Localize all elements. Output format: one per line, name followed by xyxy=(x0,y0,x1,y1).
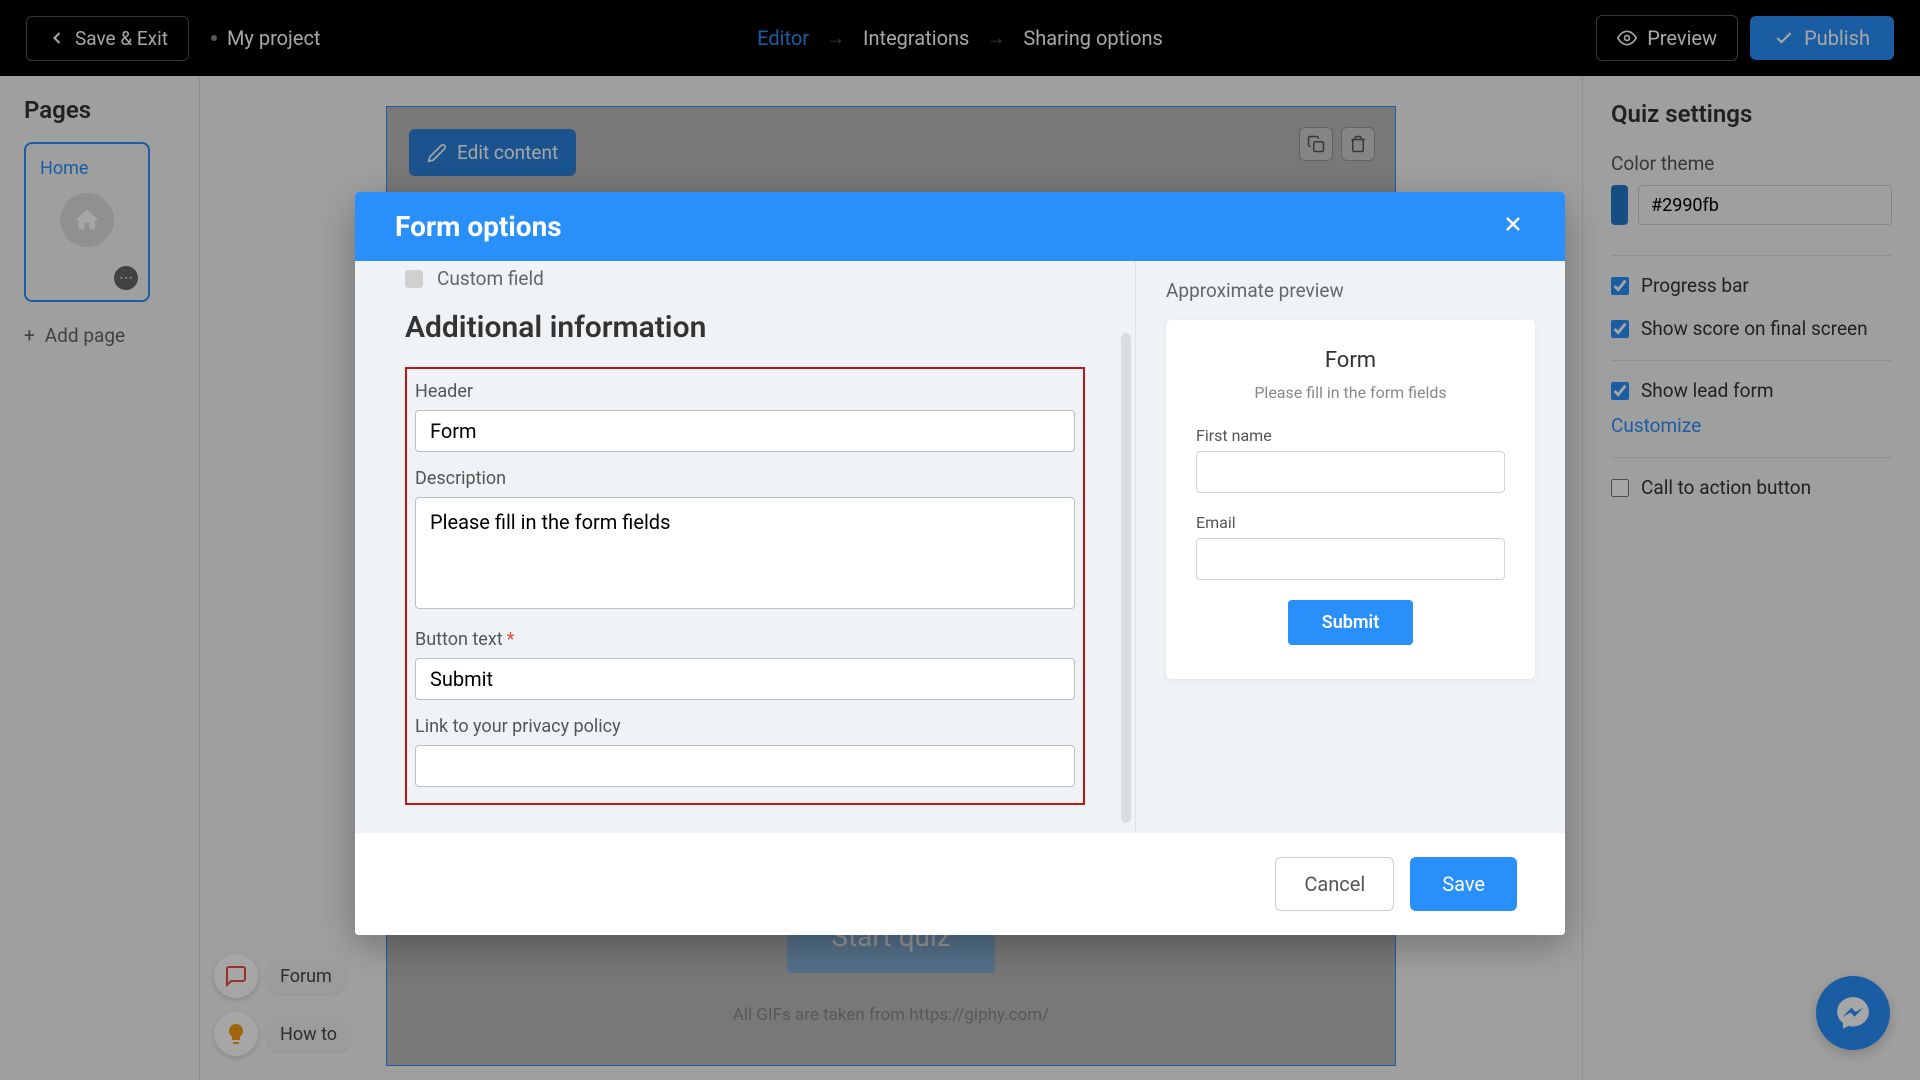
custom-field-checkbox[interactable] xyxy=(405,270,423,288)
preview-email-input xyxy=(1196,538,1505,580)
close-icon xyxy=(1501,212,1525,236)
modal-body: Custom field Additional information Head… xyxy=(355,261,1565,833)
button-text-input[interactable] xyxy=(415,658,1075,700)
modal-footer: Cancel Save xyxy=(355,833,1565,935)
preview-label: Approximate preview xyxy=(1166,279,1535,302)
preview-form-title: Form xyxy=(1196,348,1505,373)
additional-info-title: Additional information xyxy=(405,310,1085,345)
header-input[interactable] xyxy=(415,410,1075,452)
button-text-label: Button text* xyxy=(415,629,1075,650)
cancel-button[interactable]: Cancel xyxy=(1275,857,1394,911)
preview-firstname-label: First name xyxy=(1196,426,1505,445)
form-options-modal: Form options Custom field Additional inf… xyxy=(355,192,1565,935)
privacy-input[interactable] xyxy=(415,745,1075,787)
modal-right: Approximate preview Form Please fill in … xyxy=(1135,261,1565,833)
header-label: Header xyxy=(415,381,1075,402)
preview-email-label: Email xyxy=(1196,513,1505,532)
privacy-label: Link to your privacy policy xyxy=(415,716,1075,737)
description-label: Description xyxy=(415,468,1075,489)
preview-firstname-input xyxy=(1196,451,1505,493)
save-button[interactable]: Save xyxy=(1410,857,1517,911)
preview-form-desc: Please fill in the form fields xyxy=(1196,383,1505,402)
preview-submit-button: Submit xyxy=(1288,600,1414,645)
description-input[interactable] xyxy=(415,497,1075,609)
custom-field-row[interactable]: Custom field xyxy=(405,261,1085,310)
preview-card: Form Please fill in the form fields Firs… xyxy=(1166,320,1535,679)
modal-overlay[interactable]: Form options Custom field Additional inf… xyxy=(0,0,1920,1080)
modal-title: Form options xyxy=(395,210,562,243)
scrollbar[interactable] xyxy=(1121,333,1131,823)
custom-field-label: Custom field xyxy=(437,267,544,290)
modal-header: Form options xyxy=(355,192,1565,261)
modal-left: Custom field Additional information Head… xyxy=(355,261,1135,833)
highlighted-section: Header Description Button text* Link to … xyxy=(405,367,1085,805)
close-button[interactable] xyxy=(1501,210,1525,243)
